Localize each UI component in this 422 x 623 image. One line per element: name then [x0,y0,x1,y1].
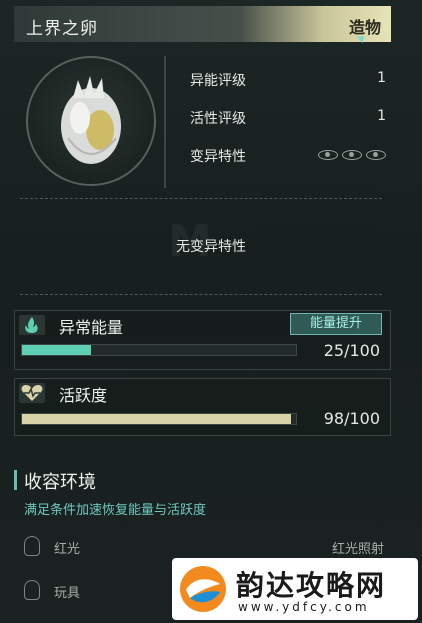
energy-value: 25/100 [323,341,380,360]
vitality-bar [21,413,297,425]
site-watermark: 韵达攻略网 www.ydfcy.com [172,558,418,620]
egg-portrait [26,56,156,186]
vitality-bar-fill [22,414,291,424]
stat-activity-rank: 活性评级 1 [190,106,386,128]
header-divider [164,56,166,188]
vitality-title: 活跃度 [59,386,108,405]
energy-title: 异常能量 [59,318,124,337]
item-title: 上界之卵 [26,19,98,39]
eye-icon [366,150,386,160]
stat-label: 变异特性 [190,149,246,165]
divider [20,198,382,199]
lightbulb-icon [24,536,40,556]
environment-label: 玩具 [54,586,81,601]
eye-icon [318,150,338,160]
environment-label: 红光 [54,542,81,557]
stat-value: 1 [377,70,386,86]
stat-label: 异能评级 [190,73,246,89]
divider [20,294,382,295]
item-header: 上界之卵 造物 [14,6,391,43]
mutation-empty-text: 无变异特性 [176,239,246,255]
eye-icon [342,150,362,160]
egg-icon [61,76,121,164]
environment-row-light: 红光 红光照射 [24,536,384,560]
item-detail-panel: 上界之卵 造物 异能评级 1 活性评级 1 变异特性 M 无变异特性 异常能量 … [0,0,422,623]
vitality-section: 活跃度 98/100 [14,378,391,436]
stat-value: 1 [377,108,386,124]
stat-label: 活性评级 [190,111,246,127]
vitality-value: 98/100 [323,409,380,428]
energy-bar [21,344,297,356]
item-category-tag: 造物 [348,18,381,37]
energy-bar-fill [22,345,91,355]
mutation-slots [314,148,386,164]
stat-ability-rank: 异能评级 1 [190,68,386,90]
stat-mutation: 变异特性 [190,144,386,166]
environment-subtitle: 满足条件加速恢复能量与活跃度 [24,503,207,518]
energy-section: 异常能量 能量提升 25/100 [14,310,391,370]
toy-icon [24,580,40,600]
flame-icon [19,315,45,335]
environment-title: 收容环境 [24,472,96,493]
site-name: 韵达攻略网 [236,569,387,602]
site-logo-icon [180,566,226,612]
heart-pulse-icon [19,383,45,403]
energy-boost-button[interactable]: 能量提升 [290,313,382,335]
site-url: www.ydfcy.com [238,600,370,614]
section-marker [14,470,17,490]
environment-requirement: 红光照射 [331,542,384,557]
